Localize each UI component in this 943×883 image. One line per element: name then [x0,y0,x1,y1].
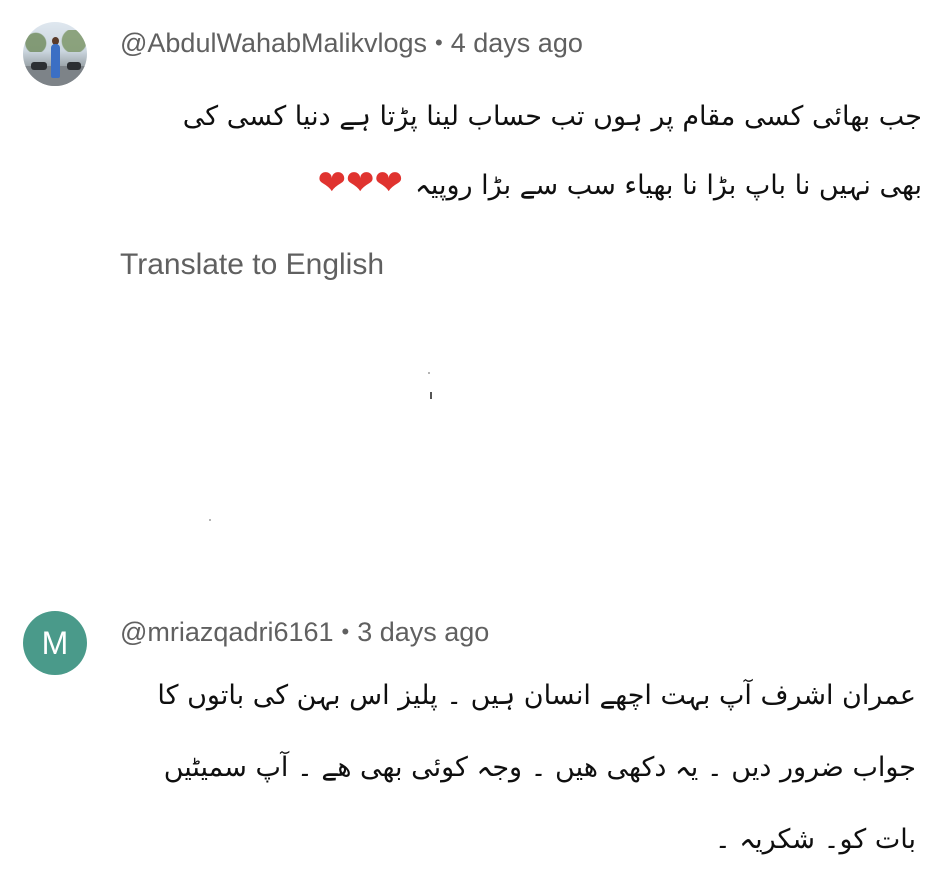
comment-item: M @mriazqadri6161 • 3 days ago عمران اشرف … [0,590,943,883]
comment-text-line: بات کو۔ شکریہ ۔ [714,824,916,855]
comment-time[interactable]: 4 days ago [451,28,583,58]
avatar-background [67,62,81,70]
comment-text-line: جب بھائی کسی مقام پر ہوں تب حساب لینا پڑ… [182,101,922,132]
avatar-background [31,62,47,70]
comment-time[interactable]: 3 days ago [357,617,489,647]
meta-separator: • [435,30,443,55]
artifact [430,392,432,399]
comment-text-line: عمران اشرف آپ بہت اچھے انسان ہیں ۔ پلیز … [157,680,916,711]
user-avatar[interactable]: M [23,611,87,675]
comment-text: جب بھائی کسی مقام پر ہوں تب حساب لینا پڑ… [110,84,922,219]
avatar-background [51,44,60,78]
comment-text: عمران اشرف آپ بہت اچھے انسان ہیں ۔ پلیز … [108,660,916,876]
comment-text-line: بھی نہیں نا باپ بڑا نا بھیاء سب سے بڑا ر… [110,150,922,219]
heart-emoji-icon: ❤❤❤ [317,163,404,203]
translate-button[interactable]: Translate to English [120,248,384,282]
artifact [209,519,211,521]
comment-text-line-content: بھی نہیں نا باپ بڑا نا بھیاء سب سے بڑا ر… [415,170,922,201]
comment-meta: @AbdulWahabMalikvlogs • 4 days ago [120,28,583,59]
user-avatar[interactable] [23,22,87,86]
comment-text-line: جواب ضرور دیں ۔ یہ دکھی ھیں ۔ وجہ کوئی ب… [163,752,916,783]
comment-meta: @mriazqadri6161 • 3 days ago [120,617,489,648]
comment-author[interactable]: @mriazqadri6161 [120,617,334,647]
avatar-letter: M [41,625,69,661]
comment-author[interactable]: @AbdulWahabMalikvlogs [120,28,427,58]
artifact [428,372,430,374]
meta-separator: • [341,619,350,644]
comment-item: @AbdulWahabMalikvlogs • 4 days ago جب بھائ… [0,0,943,590]
